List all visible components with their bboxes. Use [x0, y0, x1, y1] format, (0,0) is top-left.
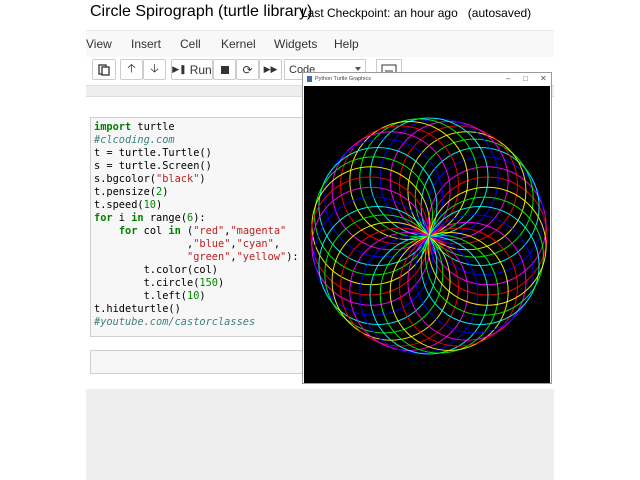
move-up-button[interactable]: 🡡: [120, 59, 143, 80]
stop-icon: [220, 65, 229, 74]
code-line: for col in ("red","magenta": [118, 225, 287, 237]
run-label: Run: [189, 62, 212, 77]
code-line: t = turtle.Turtle(): [94, 147, 212, 159]
code-line: import turtle: [94, 121, 175, 133]
turtle-graphics-window[interactable]: Python Turtle Graphics – □ ✕: [302, 72, 552, 384]
run-button[interactable]: ▶❚ Run: [171, 59, 213, 80]
close-icon[interactable]: ✕: [540, 74, 547, 83]
code-line: ,"blue","cyan",: [94, 238, 281, 250]
python-icon: [307, 76, 312, 82]
code-line: s = turtle.Screen(): [94, 160, 212, 172]
code-line: s.bgcolor("black"): [94, 173, 206, 185]
code-line: t.left(10): [94, 290, 206, 302]
menu-cell[interactable]: Cell: [180, 37, 201, 51]
code-line: #youtube.com/castorclasses: [94, 316, 256, 328]
code-line: t.hideturtle(): [94, 303, 181, 315]
code-line: t.pensize(2): [94, 186, 169, 198]
move-down-button[interactable]: 🡣: [143, 59, 166, 80]
code-line: for i in range(6):: [94, 212, 206, 224]
paste-button[interactable]: [92, 59, 116, 80]
menu-help[interactable]: Help: [334, 37, 359, 51]
code-line: t.circle(150): [94, 277, 225, 289]
menu-widgets[interactable]: Widgets: [274, 37, 317, 51]
checkpoint-status: Last Checkpoint: an hour ago (autosaved): [301, 6, 531, 20]
restart-run-all-button[interactable]: ▶▶: [259, 59, 282, 80]
restart-button[interactable]: ⟳: [236, 59, 259, 80]
code-line: #clcoding.com: [94, 134, 175, 146]
left-margin: [0, 0, 86, 480]
menu-kernel[interactable]: Kernel: [221, 37, 256, 51]
code-line: t.speed(10): [94, 199, 163, 211]
fast-forward-icon: ▶▶: [263, 64, 278, 74]
code-line: t.color(col): [94, 264, 218, 276]
arrow-up-icon: 🡡: [127, 61, 136, 75]
window-titlebar[interactable]: Python Turtle Graphics – □ ✕: [303, 73, 551, 86]
menu-view[interactable]: View: [86, 37, 112, 51]
minimize-icon[interactable]: –: [506, 74, 510, 83]
notebook-header: Circle Spirograph (turtle library) Last …: [86, 0, 554, 30]
checkpoint-text: Last Checkpoint: an hour ago: [301, 6, 458, 20]
paste-icon: [98, 63, 110, 76]
code-line: "green","yellow"):: [187, 251, 299, 263]
step-forward-icon: ▶❚: [172, 64, 187, 74]
notebook-title[interactable]: Circle Spirograph (turtle library): [90, 3, 312, 21]
empty-code-cell[interactable]: [90, 350, 304, 374]
interrupt-button[interactable]: [213, 59, 236, 80]
arrow-down-icon: 🡣: [150, 61, 159, 75]
maximize-icon[interactable]: □: [523, 74, 528, 83]
right-margin: [554, 0, 640, 480]
menu-bar: View Insert Cell Kernel Widgets Help: [86, 30, 554, 58]
restart-icon: ⟳: [242, 62, 253, 77]
code-cell[interactable]: import turtle #clcoding.com t = turtle.T…: [90, 117, 304, 337]
autosave-status: (autosaved): [467, 6, 532, 20]
window-title: Python Turtle Graphics: [315, 76, 371, 82]
turtle-canvas: [304, 86, 550, 383]
chevron-down-icon: [355, 67, 361, 71]
spirograph-drawing: [310, 117, 548, 355]
menu-insert[interactable]: Insert: [131, 37, 161, 51]
